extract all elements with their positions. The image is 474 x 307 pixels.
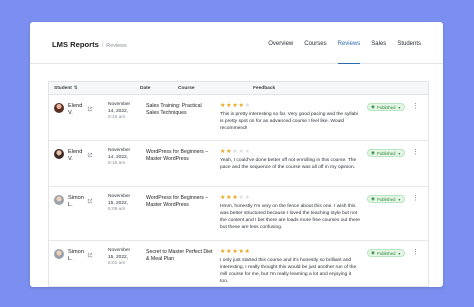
top-bar: LMS Reports / Reviews Overview Courses R… [30,22,443,64]
status-label: Published [377,196,396,202]
more-options-icon[interactable]: ⋮ [412,103,419,110]
rating-stars: ★★★★★ [220,194,251,201]
review-date: November 14, 2022, 8:16 am [108,102,138,122]
star-icon: ★ [244,102,251,109]
sort-icon[interactable]: ⇅ [74,85,78,91]
eye-icon: ◉ [371,150,376,155]
table-row: Elend V. November 14, 2022, 8:16 am Sale… [49,95,428,141]
nav-sales[interactable]: Sales [371,22,386,64]
avatar [54,149,64,159]
rating-stars: ★★★★★ [220,148,251,155]
rating-stars: ★★★★★ [220,248,251,255]
nav-courses[interactable]: Courses [304,22,326,64]
status-badge[interactable]: ◉ Published ▾ [367,249,406,257]
more-options-icon[interactable]: ⋮ [412,149,419,156]
external-link-icon[interactable] [87,252,93,258]
table-row: Simon L. November 15, 2022, 6:01 am Secr… [49,241,428,287]
nav-reviews[interactable]: Reviews [337,22,361,64]
table-row: Elend V. November 14, 2022, 8:16 am Word… [49,141,428,187]
column-student[interactable]: Student ⇅ [54,85,78,91]
external-link-icon[interactable] [87,198,93,204]
chevron-down-icon: ▾ [398,151,401,156]
breadcrumb: LMS Reports / Reviews [52,40,127,49]
star-icon: ★ [244,194,251,201]
status-label: Published [377,250,396,256]
more-options-icon[interactable]: ⋮ [412,195,419,202]
nav-overview[interactable]: Overview [268,22,293,64]
avatar [54,249,64,259]
review-date: November 15, 2022, 6:09 am [108,194,138,214]
chevron-down-icon: ▾ [398,197,401,202]
reviews-table: Student ⇅ Date Course Feedback Elend V. N… [48,81,429,287]
review-date-day: November 15, 2022, [108,194,131,206]
status-badge[interactable]: ◉ Published ▾ [367,103,406,111]
avatar [54,103,64,113]
table-header: Student ⇅ Date Course Feedback [49,82,428,95]
feedback-text: Yeah, I could've done better off not enr… [220,158,357,170]
review-date-day: November 14, 2022, [108,102,131,114]
review-date: November 15, 2022, 6:01 am [108,248,138,268]
feedback-text: Hmm, honestly I'm very on the fence abou… [220,204,361,230]
course-name[interactable]: Secret to Master Perfect Diet & Meal Pla… [146,249,216,263]
external-link-icon[interactable] [87,152,93,158]
star-icon: ★ [244,148,251,155]
top-nav: Overview Courses Reviews Sales Students [257,22,421,64]
chevron-down-icon: ▾ [398,105,401,110]
external-link-icon[interactable] [87,106,93,112]
chevron-down-icon: ▾ [398,251,401,256]
eye-icon: ◉ [371,196,376,201]
feedback-text: I only just started this course and it's… [220,258,357,284]
column-date: Date [140,85,151,91]
review-time: 6:09 am [108,207,126,213]
reports-card: LMS Reports / Reviews Overview Courses R… [30,22,443,287]
review-date-day: November 14, 2022, [108,148,131,160]
review-time: 6:01 am [108,261,126,267]
review-time: 8:16 am [108,115,126,121]
course-name[interactable]: WordPress for Beginners – Master WordPre… [146,195,216,209]
status-label: Published [377,104,396,110]
nav-students[interactable]: Students [397,22,421,64]
eye-icon: ◉ [371,250,376,255]
status-badge[interactable]: ◉ Published ▾ [367,149,406,157]
review-date-day: November 15, 2022, [108,248,131,260]
review-time: 8:16 am [108,161,126,167]
table-row: Simon L. November 15, 2022, 6:09 am Word… [49,187,428,241]
feedback-text: This is pretty interesting so far. Very … [220,112,359,131]
app-title[interactable]: LMS Reports [52,40,99,49]
column-course: Course [178,85,195,91]
breadcrumb-current: Reviews [106,43,127,49]
avatar [54,195,64,205]
star-icon: ★ [244,248,251,255]
more-options-icon[interactable]: ⋮ [412,249,419,256]
status-badge[interactable]: ◉ Published ▾ [367,195,406,203]
course-name[interactable]: Sales Training: Practical Sales Techniqu… [146,103,216,117]
status-label: Published [377,150,396,156]
column-student-label: Student [54,86,72,91]
breadcrumb-separator: / [101,43,104,49]
course-name[interactable]: WordPress for Beginners – Master WordPre… [146,149,216,163]
column-feedback: Feedback [253,85,276,91]
review-date: November 14, 2022, 8:16 am [108,148,138,168]
rating-stars: ★★★★★ [220,102,251,109]
eye-icon: ◉ [371,104,376,109]
